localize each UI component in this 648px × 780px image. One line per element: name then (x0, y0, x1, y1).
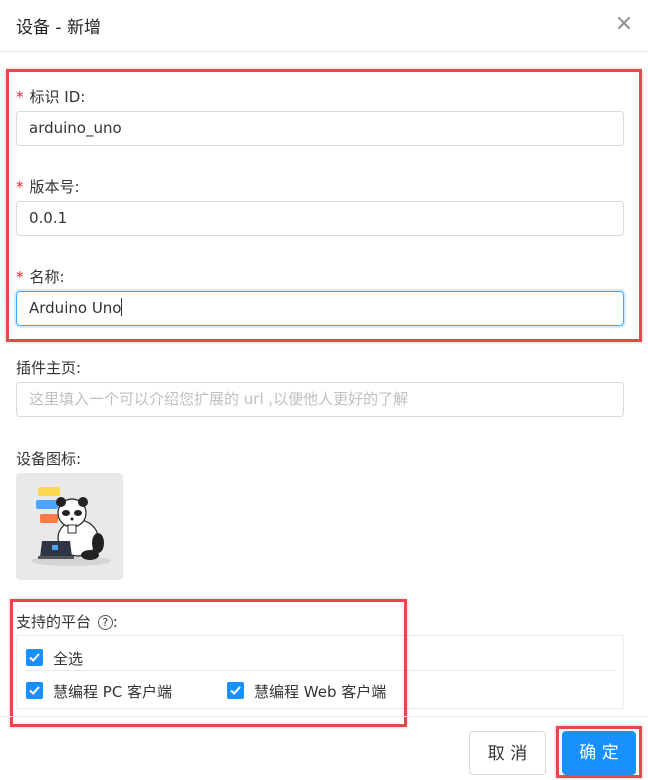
platform-label-suffix: : (112, 613, 118, 631)
check-icon (29, 653, 40, 662)
name-input[interactable]: Arduino Uno (16, 291, 624, 326)
homepage-input[interactable]: 这里填入一个可以介绍您扩展的 url ,以便他人更好的了解 (16, 382, 624, 417)
web-client-label[interactable]: 慧编程 Web 客户端 (254, 681, 386, 702)
name-label: * 名称: (16, 266, 65, 287)
platform-divider (24, 670, 616, 671)
name-label-text: 名称: (29, 268, 65, 286)
select-all-label[interactable]: 全选 (53, 648, 83, 669)
dialog-header: 设备 - 新增 × (0, 0, 648, 52)
id-label: * 标识 ID: (16, 86, 85, 107)
confirm-button[interactable]: 确 定 (562, 731, 636, 775)
text-cursor (121, 298, 123, 316)
name-input-value: Arduino Uno (29, 299, 122, 317)
required-mark: * (16, 268, 24, 286)
icon-label: 设备图标: (16, 450, 82, 468)
platform-label-text: 支持的平台 (16, 613, 92, 631)
required-mark: * (16, 88, 24, 106)
dialog-title: 设备 - 新增 (16, 18, 101, 38)
required-mark: * (16, 178, 24, 196)
panda-laptop-icon (31, 487, 111, 566)
pc-client-checkbox[interactable] (26, 682, 43, 699)
check-icon (230, 686, 241, 695)
cancel-button[interactable]: 取 消 (469, 731, 546, 775)
version-label: * 版本号: (16, 176, 80, 197)
id-input[interactable]: arduino_uno (16, 111, 624, 146)
id-label-text: 标识 ID: (29, 88, 86, 106)
footer-divider (0, 716, 648, 717)
platform-label: 支持的平台 ?: (16, 611, 118, 632)
check-icon (29, 686, 40, 695)
pc-client-label[interactable]: 慧编程 PC 客户端 (53, 681, 172, 702)
version-label-text: 版本号: (29, 178, 80, 196)
homepage-label: 插件主页: (16, 359, 82, 377)
select-all-checkbox[interactable] (26, 649, 43, 666)
close-icon[interactable]: × (612, 12, 636, 36)
web-client-checkbox[interactable] (227, 682, 244, 699)
version-input[interactable]: 0.0.1 (16, 201, 624, 236)
help-icon[interactable]: ? (97, 615, 113, 630)
device-icon-upload[interactable] (16, 473, 123, 580)
